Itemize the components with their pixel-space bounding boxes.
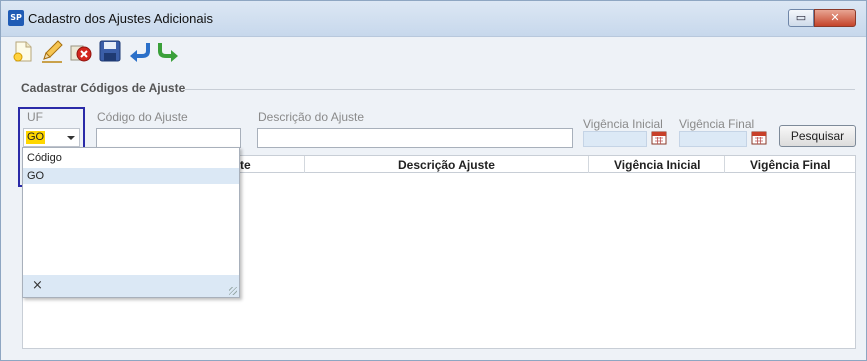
descricao-input[interactable] — [257, 128, 573, 148]
column-separator[interactable] — [588, 156, 589, 173]
column-header-vigencia-final[interactable]: Vigência Final — [750, 158, 830, 172]
dropdown-footer: × — [23, 275, 239, 297]
chevron-down-icon[interactable] — [67, 136, 75, 140]
minimize-button[interactable]: ▭ — [788, 9, 814, 27]
calendar-icon[interactable] — [651, 129, 667, 145]
window-title: Cadastro dos Ajustes Adicionais — [28, 11, 213, 26]
main-window: SP Cadastro dos Ajustes Adicionais ▭ ✕ C… — [0, 0, 867, 361]
dropdown-column-header: Código — [27, 152, 62, 164]
column-separator[interactable] — [724, 156, 725, 173]
save-icon — [99, 40, 121, 62]
title-bar: SP Cadastro dos Ajustes Adicionais ▭ ✕ — [1, 1, 866, 37]
delete-button[interactable] — [68, 38, 94, 64]
pesquisar-button[interactable]: Pesquisar — [779, 125, 856, 147]
clear-icon[interactable]: × — [32, 278, 43, 293]
uf-select[interactable]: GO — [23, 128, 80, 147]
exit-button[interactable] — [155, 38, 181, 64]
undo-button[interactable] — [126, 38, 152, 64]
codigo-label: Código do Ajuste — [97, 110, 188, 124]
save-button[interactable] — [97, 38, 123, 64]
column-header-codigo[interactable]: te — [240, 158, 251, 172]
exit-icon — [158, 43, 178, 62]
uf-selected-value: GO — [26, 131, 46, 144]
window-controls: ▭ ✕ — [788, 9, 856, 27]
section-title: Cadastrar Códigos de Ajuste — [21, 81, 186, 95]
undo-icon — [130, 43, 150, 62]
vigencia-final-label: Vigência Final — [679, 117, 755, 131]
app-icon: SP — [8, 10, 24, 26]
column-separator[interactable] — [304, 156, 305, 173]
uf-dropdown-popup: Código GO × — [22, 147, 240, 298]
vigencia-final-input[interactable] — [679, 131, 747, 147]
dropdown-option[interactable]: GO — [23, 168, 239, 184]
close-button[interactable]: ✕ — [814, 9, 856, 27]
edit-button[interactable] — [39, 38, 65, 64]
edit-icon — [42, 40, 63, 63]
calendar-icon[interactable] — [751, 129, 767, 145]
uf-label: UF — [27, 110, 43, 124]
column-header-descricao[interactable]: Descrição Ajuste — [398, 158, 495, 172]
descricao-label: Descrição do Ajuste — [258, 110, 365, 124]
new-button[interactable] — [10, 38, 36, 64]
new-icon — [13, 41, 32, 62]
codigo-input[interactable] — [96, 128, 241, 148]
toolbar — [1, 37, 866, 67]
section-divider — [185, 89, 855, 90]
delete-icon — [70, 45, 92, 62]
resize-grip-icon[interactable] — [229, 287, 237, 295]
column-header-vigencia-inicial[interactable]: Vigência Inicial — [614, 158, 700, 172]
vigencia-inicial-input[interactable] — [583, 131, 647, 147]
